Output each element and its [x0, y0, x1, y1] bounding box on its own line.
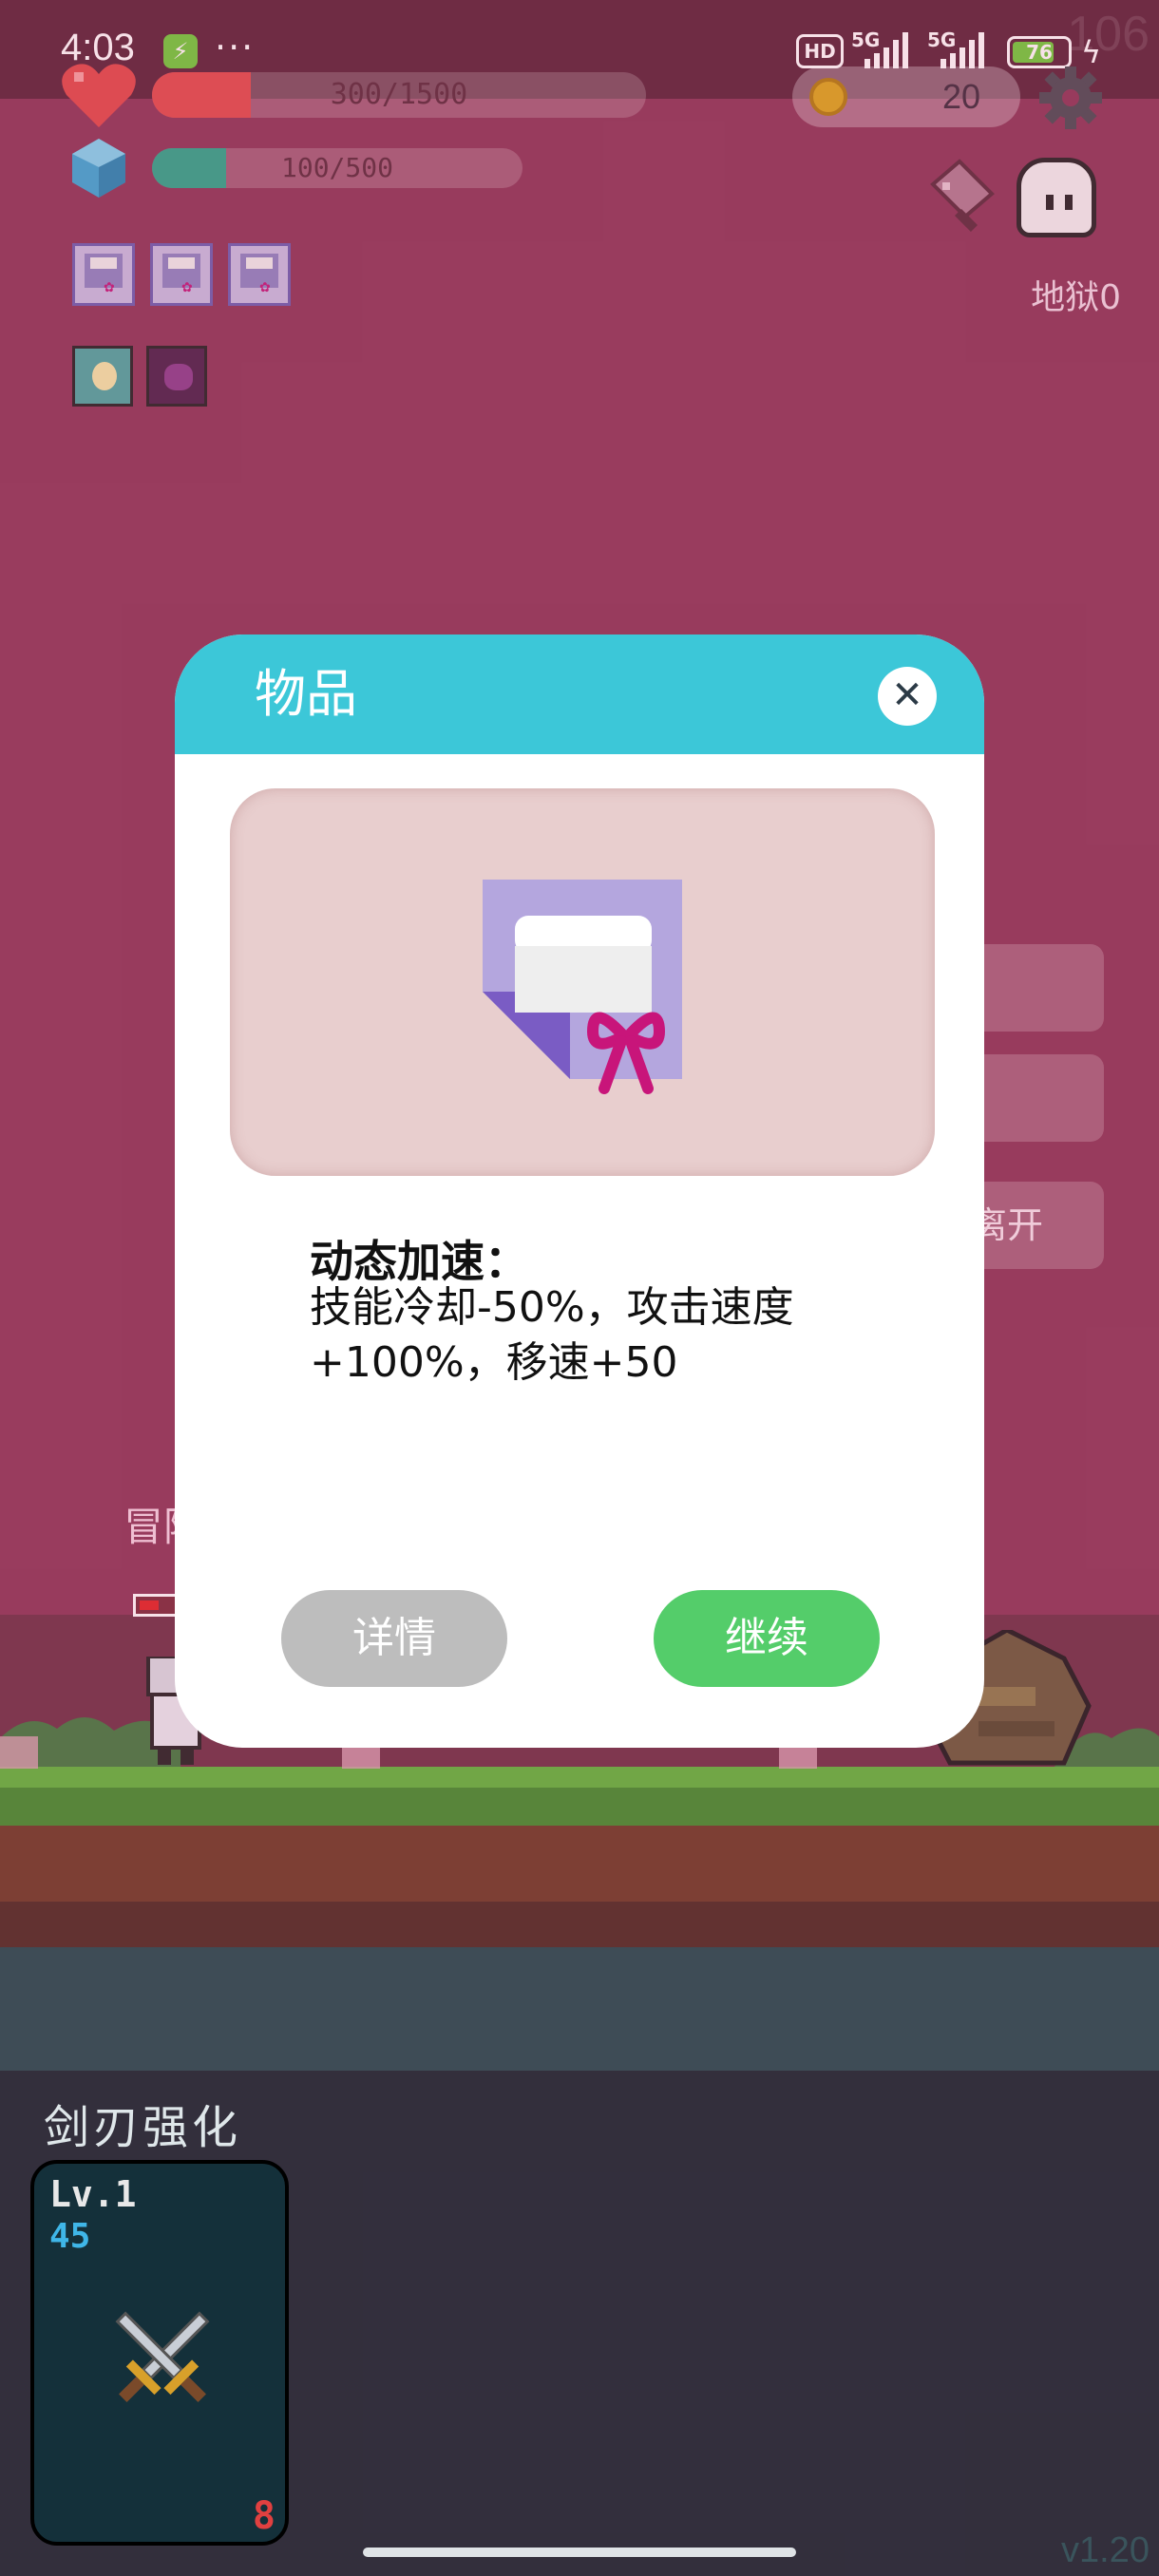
crossed-swords-icon: [115, 2311, 210, 2402]
close-button[interactable]: ✕: [878, 667, 937, 726]
skill-cost: 45: [49, 2217, 91, 2256]
skill-section-title: 剑刃强化: [44, 2101, 242, 2154]
home-indicator[interactable]: [363, 2548, 796, 2557]
item-preview-card: [230, 788, 935, 1176]
dialog-header: 物品 ✕: [175, 635, 984, 754]
skill-level: Lv.1: [49, 2173, 137, 2215]
details-button[interactable]: 详情: [281, 1590, 507, 1687]
gift-scroll-icon: [483, 880, 682, 1094]
continue-button[interactable]: 继续: [654, 1590, 880, 1687]
skill-count: 8: [252, 2494, 276, 2538]
item-effect: 技能冷却-50%，攻击速度+100%，移速+50: [310, 1283, 794, 1387]
dialog-title: 物品: [255, 664, 357, 724]
skill-card-blade[interactable]: Lv.1 45 8: [30, 2160, 289, 2546]
version-label: v1.20: [1061, 2530, 1150, 2570]
item-dialog: 物品 ✕ 动态加速： 技能冷却-50%，攻击速度+100%，移速+50 详情 继…: [175, 635, 984, 1748]
